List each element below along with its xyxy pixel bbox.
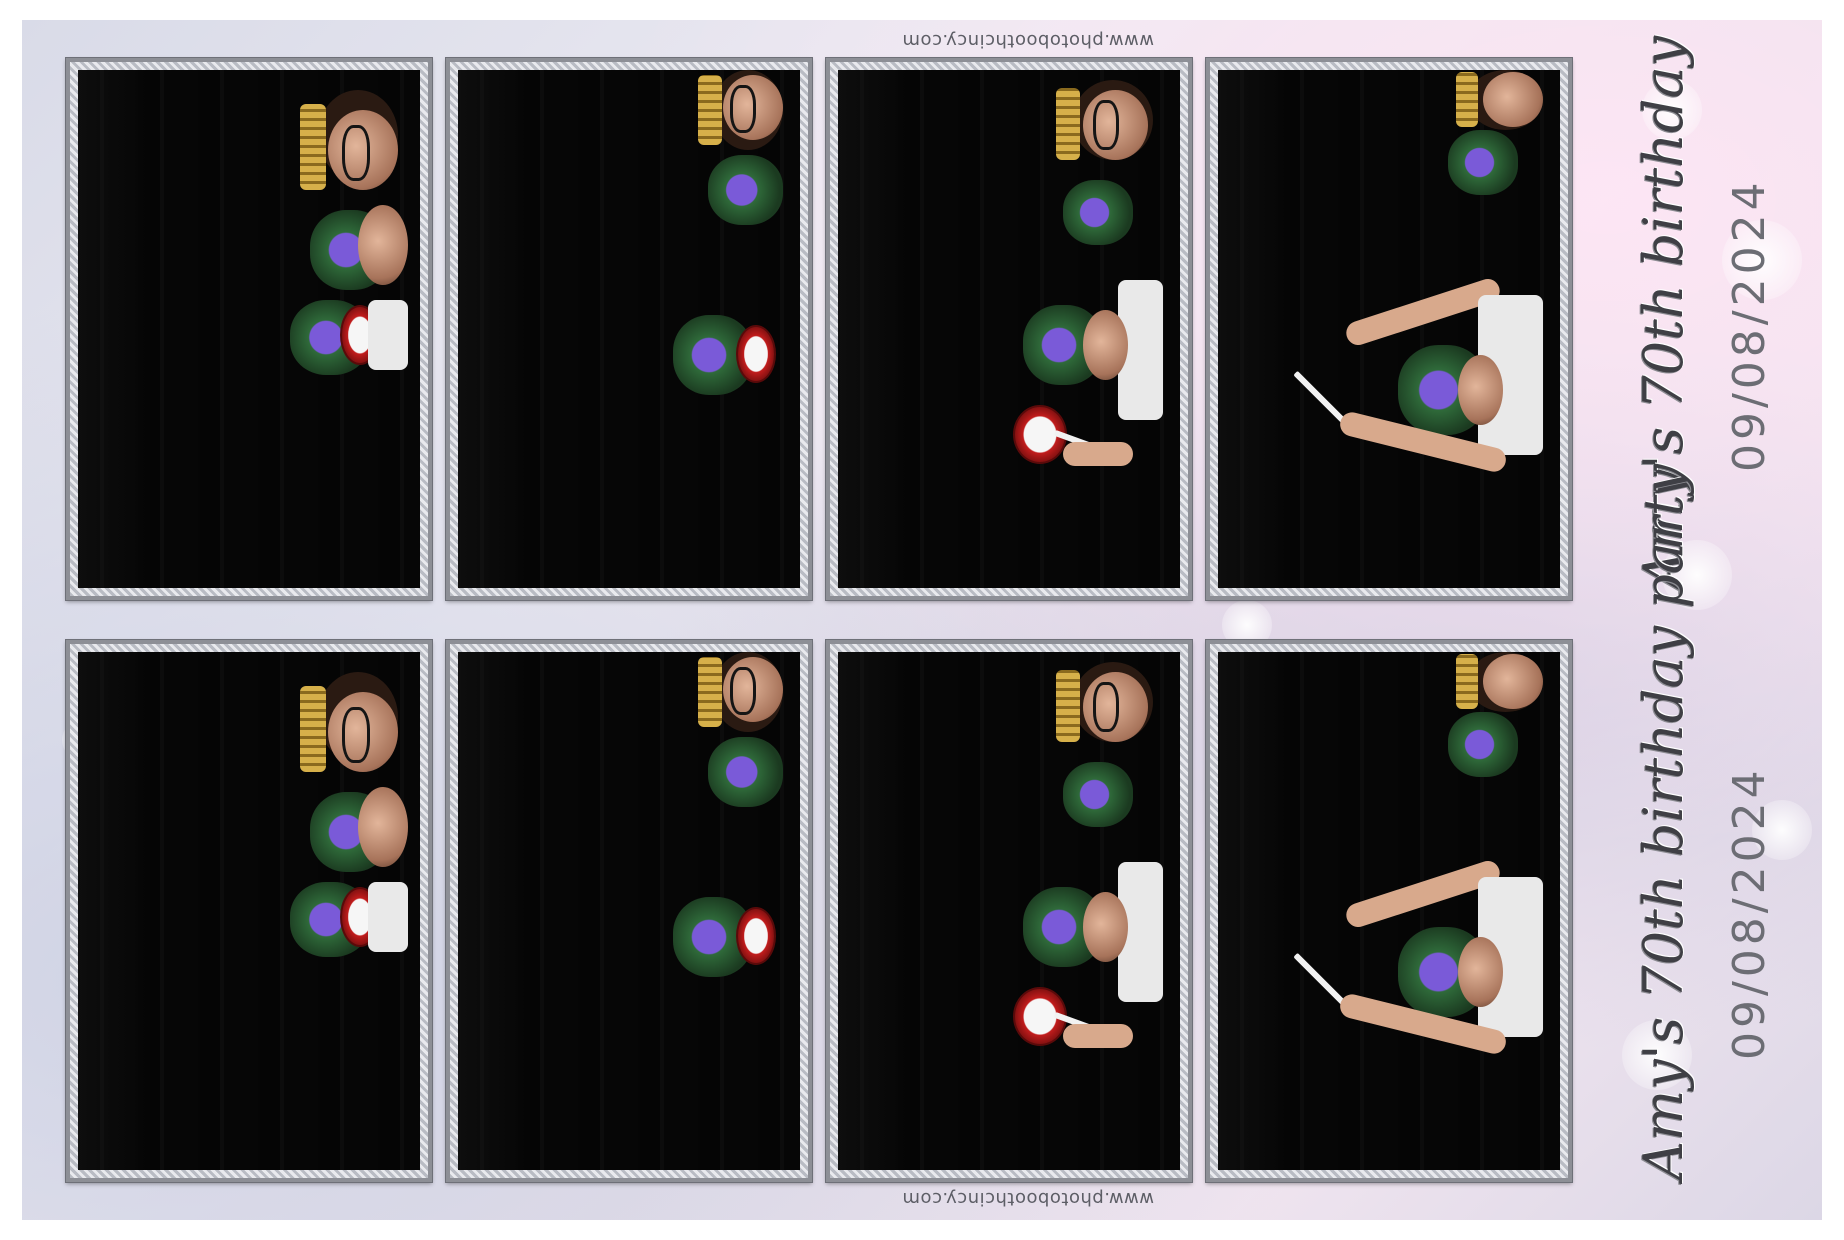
photo-top-2 [458,70,800,588]
feather-mask-prop [1448,712,1518,777]
glasses [342,125,370,181]
watermark-bottom: www.photoboothcincy.com [902,1188,1155,1209]
crown-prop [698,75,722,145]
photo-strip-sheet: www.photoboothcincy.com www.photoboothci… [22,20,1822,1220]
glasses [342,707,370,763]
photo-frame-bottom-4 [1206,640,1572,1182]
teeth-prop [736,907,776,965]
photo-frame-top-1 [66,58,432,600]
photo-top-1 [78,70,420,588]
crown-prop [300,104,326,190]
glasses [730,667,756,715]
photo-top-4 [1218,70,1560,588]
photo-top-3 [838,70,1180,588]
crown-prop [300,686,326,772]
photo-bottom-3 [838,652,1180,1170]
glasses [1093,100,1119,150]
photo-frame-bottom-3 [826,640,1192,1182]
photo-frame-top-4 [1206,58,1572,600]
crown-prop [698,657,722,727]
crown-prop [1456,72,1478,127]
feather-mask-prop [708,737,783,807]
photo-frame-top-3 [826,58,1192,600]
guest-face [1483,72,1543,127]
event-date-bottom: 09/08/2024 [1724,766,1775,1060]
photo-bottom-1 [78,652,420,1170]
feather-mask-prop [1063,762,1133,827]
photo-frame-bottom-2 [446,640,812,1182]
crown-prop [1456,654,1478,709]
photo-frame-bottom-1 [66,640,432,1182]
feather-mask-prop [1063,180,1133,245]
watermark-top: www.photoboothcincy.com [902,30,1155,51]
guest-face [1483,654,1543,709]
photo-frame-top-2 [446,58,812,600]
feather-mask-prop [708,155,783,225]
teeth-prop [736,325,776,383]
feather-mask-prop [1448,130,1518,195]
glasses [1093,682,1119,732]
photo-bottom-2 [458,652,800,1170]
event-title-bottom: Amy's 70th birthday party [1632,463,1695,1180]
event-date-top: 09/08/2024 [1724,178,1775,472]
photo-bottom-4 [1218,652,1560,1170]
crown-prop [1056,88,1080,160]
glasses [730,85,756,133]
crown-prop [1056,670,1080,742]
